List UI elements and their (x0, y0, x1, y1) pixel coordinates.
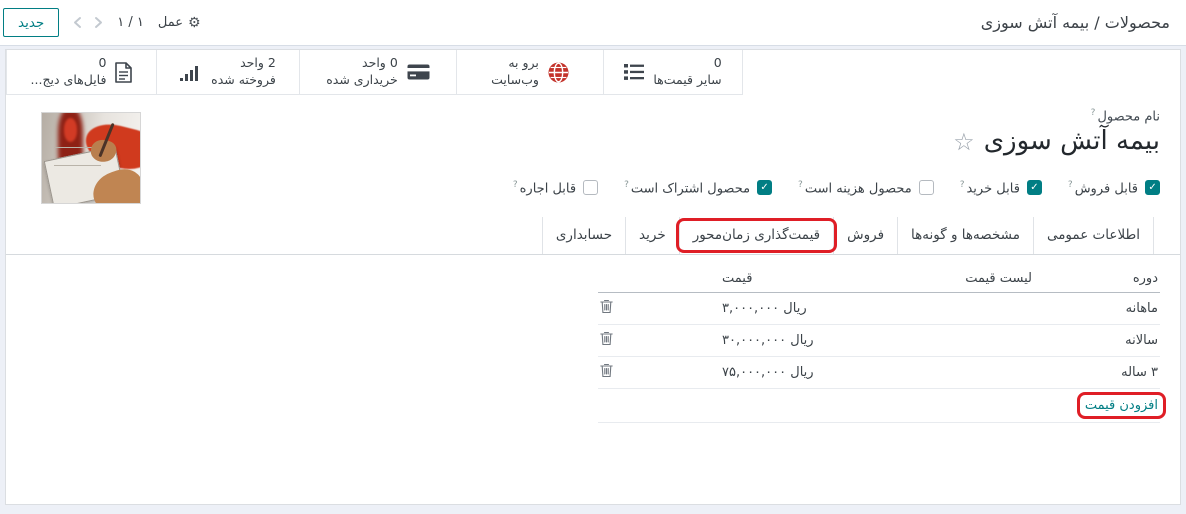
stat-button-digital-files[interactable]: 0 فایل‌های دیج... (6, 50, 156, 94)
checkbox-is-expense[interactable]: محصول هزینه است? (798, 180, 934, 196)
pager-count: ۱ / ۱ (117, 15, 144, 30)
tab-sales[interactable]: فروش (833, 217, 897, 254)
breadcrumb[interactable]: محصولات / بیمه آتش سوزی (981, 13, 1170, 32)
stat-button-other-prices[interactable]: 0 سایر قیمت‌ها (603, 50, 743, 94)
stat-button-go-to-website[interactable]: برو به وب‌سایت (456, 50, 603, 94)
product-name-input[interactable]: بیمه آتش سوزی (984, 125, 1160, 158)
help-question-mark: ? (1091, 108, 1096, 118)
action-menu-label: عمل (158, 15, 183, 30)
checkbox-icon (919, 180, 934, 195)
pager-nav (73, 16, 103, 29)
delete-row-button[interactable] (598, 299, 615, 314)
column-header-period: دوره (1034, 265, 1160, 293)
stat-label: خریداری شده (326, 72, 398, 89)
credit-card-icon (407, 64, 430, 80)
tab-purchase[interactable]: خرید (625, 217, 679, 254)
pricelist-cell[interactable] (884, 325, 1034, 357)
table-row: سالانه ریال ۳۰,۰۰۰,۰۰۰ (598, 325, 1160, 357)
stat-count: 0 (653, 55, 721, 72)
stat-count: 0 (31, 55, 107, 72)
checkbox-label: محصول هزینه است? (798, 180, 912, 196)
topbar-controls: ⚙ عمل ۱ / ۱ جدید (3, 8, 201, 37)
period-cell[interactable]: سالانه (1034, 325, 1160, 357)
checkbox-icon (583, 180, 598, 195)
stat-count: 0 واحد (326, 55, 398, 72)
bar-chart-icon (180, 64, 202, 81)
pager-right-chevron[interactable] (94, 16, 103, 29)
checkbox-label: محصول اشتراک است? (624, 180, 750, 196)
new-button[interactable]: جدید (3, 8, 59, 37)
globe-icon (548, 62, 569, 83)
gear-icon: ⚙ (188, 15, 201, 31)
checkbox-icon (1027, 180, 1042, 195)
period-cell[interactable]: ماهانه (1034, 293, 1160, 325)
tab-attributes-variants[interactable]: مشخصه‌ها و گونه‌ها (897, 217, 1033, 254)
stat-label: فروخته شده (211, 72, 276, 89)
checkbox-label: قابل خرید? (960, 180, 1020, 196)
stat-count: 2 واحد (211, 55, 276, 72)
checkbox-icon (757, 180, 772, 195)
checkbox-is-subscription[interactable]: محصول اشتراک است? (624, 180, 772, 196)
price-cell[interactable]: ریال ۳,۰۰۰,۰۰۰ (664, 293, 884, 325)
stat-button-units-sold[interactable]: 2 واحد فروخته شده (156, 50, 299, 94)
stat-label-line2: وب‌سایت (491, 72, 539, 89)
stat-label: سایر قیمت‌ها (653, 72, 721, 89)
tab-accounting[interactable]: حسابداری (542, 217, 625, 254)
product-form-sheet: 0 سایر قیمت‌ها برو به وب‌سایت (5, 49, 1181, 505)
add-price-row: افزودن قیمت (598, 389, 1160, 423)
checkbox-can-be-rented[interactable]: قابل اجاره? (513, 180, 598, 196)
control-panel: محصولات / بیمه آتش سوزی ⚙ عمل ۱ / ۱ جدید (0, 0, 1186, 46)
checkbox-icon (1145, 180, 1160, 195)
title-section: نام محصول? بیمه آتش سوزی ☆ قابل فروش? قا… (6, 95, 1180, 204)
stat-label: فایل‌های دیج... (31, 72, 107, 89)
time-based-pricing-table: دوره لیست قیمت قیمت ماهانه ریال ۳,۰۰۰,۰۰… (6, 265, 1160, 423)
product-flags: قابل فروش? قابل خرید? محصول هزینه است? م… (513, 180, 1160, 196)
stat-label-line1: برو به (491, 55, 539, 72)
product-name-label: نام محصول? (513, 108, 1160, 124)
stat-button-units-purchased[interactable]: 0 واحد خریداری شده (299, 50, 456, 94)
list-icon (624, 63, 644, 81)
period-cell[interactable]: ۳ ساله (1034, 357, 1160, 389)
table-row: ۳ ساله ریال ۷۵,۰۰۰,۰۰۰ (598, 357, 1160, 389)
checkbox-label: قابل اجاره? (513, 180, 576, 196)
tab-general-information[interactable]: اطلاعات عمومی (1033, 217, 1154, 254)
column-header-price: قیمت (664, 265, 884, 293)
action-menu-button[interactable]: ⚙ عمل (158, 15, 201, 31)
table-row: ماهانه ریال ۳,۰۰۰,۰۰۰ (598, 293, 1160, 325)
pricelist-cell[interactable] (884, 357, 1034, 389)
pager-left-chevron[interactable] (73, 16, 82, 29)
checkbox-label: قابل فروش? (1068, 180, 1138, 196)
pricelist-cell[interactable] (884, 293, 1034, 325)
column-header-pricelist: لیست قیمت (884, 265, 1034, 293)
price-cell[interactable]: ریال ۳۰,۰۰۰,۰۰۰ (664, 325, 884, 357)
stat-button-bar: 0 سایر قیمت‌ها برو به وب‌سایت (6, 50, 1180, 95)
checkbox-can-be-sold[interactable]: قابل فروش? (1068, 180, 1160, 196)
add-price-link[interactable]: افزودن قیمت (1085, 398, 1158, 413)
product-image[interactable] (41, 112, 141, 204)
checkbox-can-be-purchased[interactable]: قابل خرید? (960, 180, 1042, 196)
column-header-actions (598, 265, 664, 293)
delete-row-button[interactable] (598, 331, 615, 346)
delete-row-button[interactable] (598, 363, 615, 378)
tab-time-based-pricing[interactable]: قیمت‌گذاری زمان‌محور (679, 217, 833, 254)
file-icon (115, 62, 132, 83)
favorite-star-icon[interactable]: ☆ (953, 130, 975, 154)
price-cell[interactable]: ریال ۷۵,۰۰۰,۰۰۰ (664, 357, 884, 389)
notebook-tabs: اطلاعات عمومی مشخصه‌ها و گونه‌ها فروش قی… (6, 217, 1180, 255)
